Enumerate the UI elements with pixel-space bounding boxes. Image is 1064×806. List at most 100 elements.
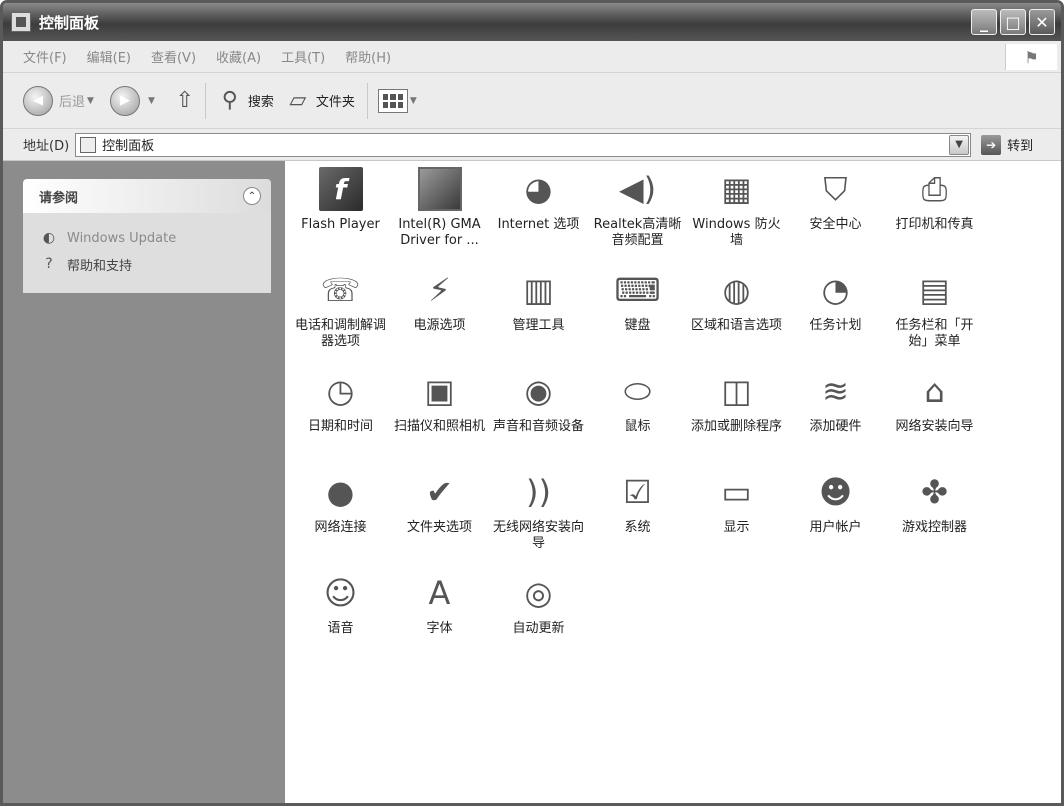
item-automatic-updates[interactable]: ◎ 自动更新 [489,571,588,672]
realtek-audio-icon: ◀) [618,170,657,208]
minimize-button[interactable]: _ [971,9,997,35]
item-phone-modem[interactable]: ☏ 电话和调制解调器选项 [291,268,390,369]
item-scheduled-tasks[interactable]: ◔ 任务计划 [786,268,885,369]
go-label: 转到 [1007,139,1034,154]
sound-audio-icon: ◉ [524,372,553,410]
item-power-options[interactable]: ⚡ 电源选项 [390,268,489,369]
menu-bar: 文件(F) 编辑(E) 查看(V) 收藏(A) 工具(T) 帮助(H) ⚑ [3,41,1061,73]
fonts-icon: A [428,574,451,612]
control-panel-items: f Flash Player Intel(R) GMA Driver for ..… [291,167,1011,672]
add-hardware-icon: ≋ [822,372,849,410]
windows-update-label: Windows Update [67,230,177,246]
item-fonts[interactable]: A 字体 [390,571,489,672]
control-panel-icon [11,12,31,32]
scanner-camera-icon: ▣ [424,372,455,410]
menu-file[interactable]: 文件(F) [23,47,67,66]
network-setup-wizard-icon: ⌂ [924,372,945,410]
item-add-remove-programs[interactable]: ◫ 添加或删除程序 [687,369,786,470]
menu-help[interactable]: 帮助(H) [345,47,391,66]
item-security-center[interactable]: ⛉ 安全中心 [786,167,885,268]
item-mouse[interactable]: ⬭ 鼠标 [588,369,687,470]
item-keyboard[interactable]: ⌨ 键盘 [588,268,687,369]
item-sound-audio[interactable]: ◉ 声音和音频设备 [489,369,588,470]
scheduled-tasks-icon: ◔ [821,271,850,309]
search-button[interactable]: ⚲ 搜索 [216,87,274,115]
control-panel-window: 控制面板 _ □ ✕ 文件(F) 编辑(E) 查看(V) 收藏(A) 工具(T)… [0,0,1064,806]
control-panel-icon [80,136,97,153]
item-display[interactable]: ▭ 显示 [687,470,786,571]
help-support-link[interactable]: ? 帮助和支持 [39,251,257,277]
item-add-hardware[interactable]: ≋ 添加硬件 [786,369,885,470]
menu-favorites[interactable]: 收藏(A) [216,47,261,66]
mouse-icon: ⬭ [623,371,652,410]
item-system[interactable]: ☑ 系统 [588,470,687,571]
menu-tools[interactable]: 工具(T) [281,47,325,66]
item-region-language[interactable]: ◍ 区域和语言选项 [687,268,786,369]
go-button[interactable]: ➔ 转到 [981,134,1034,155]
phone-modem-icon: ☏ [320,271,361,309]
taskbar-start-icon: ▤ [919,271,950,309]
toolbar: ◀ 后退 ▼ ▶ ▼ ⇧ ⚲ 搜索 ▱ 文件夹 ▼ [3,73,1061,129]
item-network-connections[interactable]: ● 网络连接 [291,470,390,571]
address-bar: 地址(D) 控制面板 ▼ ➔ 转到 [3,129,1061,161]
flash-icon: f [318,167,363,211]
back-button[interactable]: ◀ 后退 ▼ [23,85,100,116]
see-also-body: ◐ Windows Update ? 帮助和支持 [23,213,271,293]
maximize-button[interactable]: □ [1000,9,1026,35]
up-folder-icon[interactable]: ⇧ [171,87,199,115]
collapse-chevron-icon[interactable]: ⌃ [243,187,261,205]
user-accounts-icon: ☻ [818,473,853,511]
views-button[interactable]: ▼ [377,88,423,113]
wireless-setup-icon: )) [526,473,551,511]
item-intel-gma[interactable]: Intel(R) GMA Driver for ... [390,167,489,268]
item-network-setup-wizard[interactable]: ⌂ 网络安装向导 [885,369,984,470]
forward-arrow-icon: ▶ [109,85,140,116]
item-internet-options[interactable]: ◕ Internet 选项 [489,167,588,268]
item-user-accounts[interactable]: ☻ 用户帐户 [786,470,885,571]
help-support-label: 帮助和支持 [67,258,133,274]
views-dropdown-icon[interactable]: ▼ [410,96,417,106]
see-also-header[interactable]: 请参阅 ⌃ [23,179,271,213]
item-game-controllers[interactable]: ✤ 游戏控制器 [885,470,984,571]
forward-button[interactable]: ▶ ▼ [109,85,161,116]
views-icon [377,88,408,113]
item-speech[interactable]: ☺ 语音 [291,571,390,672]
title-bar[interactable]: 控制面板 _ □ ✕ [3,3,1061,41]
network-connections-icon: ● [326,473,355,511]
item-scanners-cameras[interactable]: ▣ 扫描仪和照相机 [390,369,489,470]
item-firewall[interactable]: ▦ Windows 防火墙 [687,167,786,268]
item-admin-tools[interactable]: ▥ 管理工具 [489,268,588,369]
system-icon: ☑ [623,473,652,511]
game-controllers-icon: ✤ [921,473,948,511]
windows-update-link[interactable]: ◐ Windows Update [39,225,257,251]
keyboard-icon: ⌨ [614,271,661,309]
folder-options-icon: ✔ [426,473,453,511]
security-center-icon: ⛉ [823,169,848,208]
address-input[interactable]: 控制面板 ▼ [75,132,972,157]
see-also-panel: 请参阅 ⌃ ◐ Windows Update ? 帮助和支持 [23,179,271,293]
forward-dropdown-icon[interactable]: ▼ [148,96,155,106]
folders-button[interactable]: ▱ 文件夹 [284,87,355,115]
search-icon: ⚲ [221,88,238,113]
help-icon: ? [45,256,53,272]
toolbar-separator [204,82,206,119]
firewall-icon: ▦ [721,170,752,208]
menu-edit[interactable]: 编辑(E) [87,47,131,66]
item-date-time[interactable]: ◷ 日期和时间 [291,369,390,470]
address-label: 地址(D) [23,139,70,154]
go-arrow-icon: ➔ [981,134,1002,155]
item-taskbar-start[interactable]: ▤ 任务栏和「开始」菜单 [885,268,984,369]
item-realtek-audio[interactable]: ◀) Realtek高清晰音频配置 [588,167,687,268]
back-dropdown-icon[interactable]: ▼ [87,96,94,106]
address-dropdown-button[interactable]: ▼ [949,134,970,155]
internet-options-icon: ◕ [524,170,553,208]
folder-icon: ▱ [289,88,307,113]
folders-label: 文件夹 [315,95,355,110]
item-printers-faxes[interactable]: ⎙ 打印机和传真 [885,167,984,268]
item-wireless-setup[interactable]: )) 无线网络安装向导 [489,470,588,571]
menu-view[interactable]: 查看(V) [151,47,196,66]
item-flash-player[interactable]: f Flash Player [291,167,390,268]
item-folder-options[interactable]: ✔ 文件夹选项 [390,470,489,571]
display-icon: ▭ [721,473,752,511]
close-button[interactable]: ✕ [1029,9,1055,35]
